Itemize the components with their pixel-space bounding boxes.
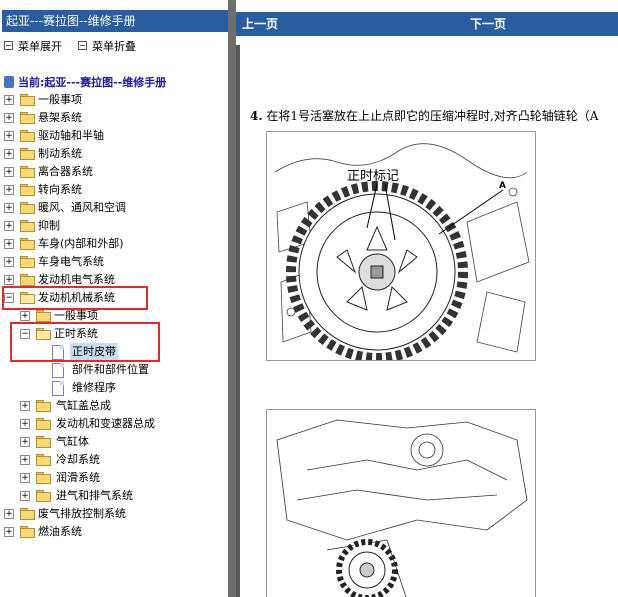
tree-item-label: 气缸体: [56, 435, 89, 448]
tree-root-label: 当前:起亚---赛拉图--维修手册: [18, 76, 167, 89]
splitter-bar[interactable]: [228, 0, 236, 597]
tree-item-label: 部件和部件位置: [72, 363, 149, 376]
menu-collapse-label: 菜单折叠: [92, 40, 136, 53]
folder-icon: [20, 184, 35, 196]
folder-icon: [36, 436, 51, 448]
tree-item-label: 离合器系统: [38, 165, 93, 178]
sidebar-title: 起亚---赛拉图--维修手册: [2, 10, 234, 32]
expand-plus-icon[interactable]: +: [4, 167, 14, 177]
folder-icon: [20, 508, 35, 520]
lower-sprocket: [336, 539, 398, 597]
document-icon: [52, 381, 64, 396]
folder-icon: [36, 472, 51, 484]
folder-icon: [20, 256, 35, 268]
folder-icon: [20, 202, 35, 214]
manual-page: 4. 在将1号活塞放在上止点即它的压缩冲程时,对齐凸轮轴链轮（A 正时标记 A: [240, 45, 618, 597]
expand-plus-icon[interactable]: +: [4, 203, 14, 213]
tree-item-label: 暖风、通风和空调: [38, 201, 126, 214]
folder-icon: [36, 310, 51, 322]
tree-item-label: 发动机和变速器总成: [56, 417, 155, 430]
tree-item-label: 车身电气系统: [38, 255, 104, 268]
content-panel: 上一页 下一页 4. 在将1号活塞放在上止点即它的压缩冲程时,对齐凸轮轴链轮（A: [236, 0, 618, 597]
expand-plus-icon[interactable]: +: [4, 239, 14, 249]
book-icon: [4, 76, 14, 88]
folder-icon: [36, 490, 51, 502]
folder-icon: [20, 238, 35, 250]
nav-bar: 上一页 下一页: [236, 0, 618, 45]
tree-item-label: 冷却系统: [56, 453, 100, 466]
step-text: 4. 在将1号活塞放在上止点即它的压缩冲程时,对齐凸轮轴链轮（A: [250, 107, 598, 124]
expand-plus-icon[interactable]: +: [4, 131, 14, 141]
tree-item-label: 车身(内部和外部): [38, 237, 124, 250]
folder-icon: [20, 112, 35, 124]
expand-plus-icon[interactable]: +: [4, 257, 14, 267]
folder-icon: [20, 220, 35, 232]
sprocket-teeth: [286, 181, 468, 363]
tree-item-label: 燃油系统: [38, 525, 82, 538]
folder-icon: [20, 274, 35, 286]
expand-plus-icon[interactable]: +: [4, 185, 14, 195]
highlight-box-timing-system: [10, 322, 160, 362]
prev-page-link[interactable]: 上一页: [242, 12, 278, 36]
expand-plus-icon[interactable]: +: [4, 95, 14, 105]
expand-plus-icon[interactable]: +: [20, 473, 30, 483]
folder-icon: [20, 148, 35, 160]
folder-icon: [20, 166, 35, 178]
tree-item-label: 气缸盖总成: [56, 399, 111, 412]
expand-plus-icon[interactable]: +: [20, 419, 30, 429]
folder-icon: [20, 526, 35, 538]
highlight-box-engine-mechanical: [2, 286, 148, 310]
tree-item-label: 驱动轴和半轴: [38, 129, 104, 142]
tree-item-label: 废气排放控制系统: [38, 507, 126, 520]
tree-root[interactable]: 当前:起亚---赛拉图--维修手册: [4, 76, 166, 90]
tree-item-label: 进气和排气系统: [56, 489, 133, 502]
expand-icon: [4, 41, 13, 50]
tree-item-label: 维修程序: [72, 381, 116, 394]
nav-strip: [236, 12, 618, 36]
tree-item-label: 抑制: [38, 219, 60, 232]
step-body: 在将1号活塞放在上止点即它的压缩冲程时,对齐凸轮轴链轮（A: [266, 109, 599, 123]
expand-plus-icon[interactable]: +: [4, 509, 14, 519]
expand-plus-icon[interactable]: +: [4, 113, 14, 123]
tree-item-label: 制动系统: [38, 147, 82, 160]
menu-collapse-button[interactable]: 菜单折叠: [78, 40, 136, 53]
tree-item-label: 润滑系统: [56, 471, 100, 484]
tree-item-label: 悬架系统: [38, 111, 82, 124]
sprocket-illustration: 正时标记 A: [274, 143, 530, 363]
folder-icon: [20, 94, 35, 106]
expand-plus-icon[interactable]: +: [4, 149, 14, 159]
next-page-link[interactable]: 下一页: [470, 12, 506, 36]
expand-plus-icon[interactable]: +: [4, 275, 14, 285]
label-a: A: [499, 181, 506, 191]
step-number: 4.: [250, 109, 263, 123]
document-icon: [52, 363, 64, 378]
expand-plus-icon[interactable]: +: [20, 401, 30, 411]
expand-plus-icon[interactable]: +: [20, 311, 30, 321]
collapse-icon: [78, 41, 87, 50]
figure-timing-sprocket: 正时标记 A: [266, 131, 536, 363]
label-timing-mark: 正时标记: [347, 169, 399, 184]
expand-plus-icon[interactable]: +: [20, 491, 30, 501]
figure-engine-assembly: [266, 409, 536, 597]
expand-plus-icon[interactable]: +: [20, 437, 30, 447]
engine-illustration: [276, 419, 528, 597]
menu-expand-button[interactable]: 菜单展开: [4, 40, 62, 53]
folder-icon: [20, 130, 35, 142]
sidebar-panel: 起亚---赛拉图--维修手册 菜单展开 菜单折叠 当前:起亚---赛拉图--维修…: [0, 0, 236, 597]
expand-plus-icon[interactable]: +: [4, 527, 14, 537]
expand-plus-icon[interactable]: +: [20, 455, 30, 465]
folder-icon: [36, 418, 51, 430]
tree-item-label: 转向系统: [38, 183, 82, 196]
menu-expand-label: 菜单展开: [18, 40, 62, 53]
tree-item-label: 一般事项: [38, 93, 82, 106]
folder-icon: [36, 400, 51, 412]
folder-icon: [36, 454, 51, 466]
expand-plus-icon[interactable]: +: [4, 221, 14, 231]
